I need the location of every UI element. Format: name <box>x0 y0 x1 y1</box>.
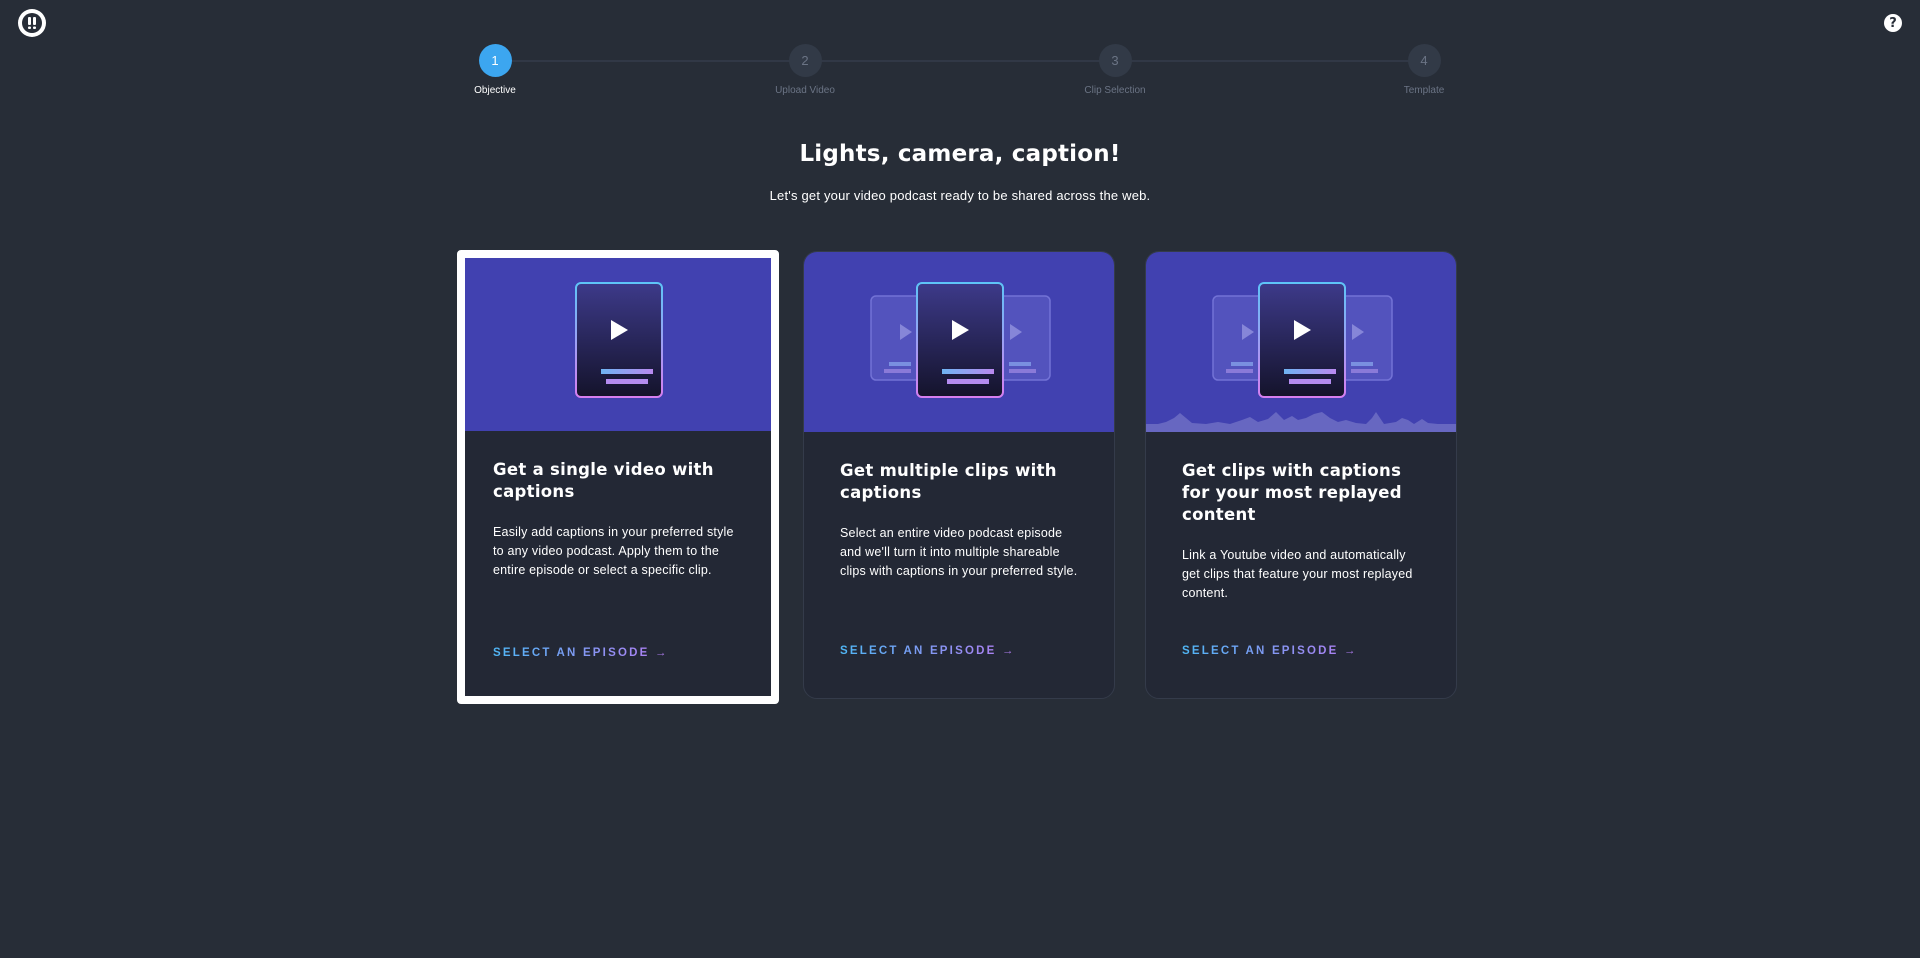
step-number: 4 <box>1407 44 1441 77</box>
objective-card-single-video[interactable]: Get a single video with captions Easily … <box>457 250 779 704</box>
step-label: Upload Video <box>775 85 835 96</box>
select-episode-link[interactable]: SELECT AN EPISODE → <box>1182 645 1358 657</box>
card-description: Link a Youtube video and automatically g… <box>1182 548 1413 600</box>
card-illustration <box>1146 252 1456 432</box>
app-logo-icon[interactable] <box>18 9 46 37</box>
card-title: Get a single video with captions <box>493 460 714 501</box>
card-title: Get multiple clips with captions <box>840 461 1057 502</box>
page-title: Lights, camera, caption! <box>799 141 1121 167</box>
step-number: 1 <box>478 44 512 77</box>
step-label: Clip Selection <box>1084 85 1146 96</box>
objective-card-replayed-clips[interactable]: Get clips with captions for your most re… <box>1145 251 1457 699</box>
step-template[interactable]: 4 Template <box>1364 44 1484 96</box>
step-upload-video[interactable]: 2 Upload Video <box>745 44 865 96</box>
card-illustration <box>804 252 1114 432</box>
multiple-clips-illustration <box>870 282 1051 398</box>
step-label: Objective <box>474 85 516 96</box>
step-clip-selection[interactable]: 3 Clip Selection <box>1055 44 1175 96</box>
card-illustration <box>465 258 771 431</box>
logo-glyph-icon <box>22 13 42 33</box>
page-subtitle: Let's get your video podcast ready to be… <box>769 188 1151 203</box>
card-description: Easily add captions in your preferred st… <box>493 525 734 577</box>
card-title: Get clips with captions for your most re… <box>1182 461 1402 524</box>
progress-stepper: 1 Objective 2 Upload Video 3 Clip Select… <box>474 44 1444 100</box>
help-icon[interactable]: ? <box>1884 14 1902 32</box>
objective-card-multiple-clips[interactable]: Get multiple clips with captions Select … <box>803 251 1115 699</box>
select-episode-link[interactable]: SELECT AN EPISODE → <box>493 647 669 659</box>
step-objective[interactable]: 1 Objective <box>435 44 555 96</box>
step-number: 3 <box>1098 44 1132 77</box>
stepper-track <box>495 60 1424 62</box>
replay-waveform <box>1146 412 1456 432</box>
select-episode-link[interactable]: SELECT AN EPISODE → <box>840 645 1016 657</box>
card-description: Select an entire video podcast episode a… <box>840 526 1078 578</box>
step-number: 2 <box>788 44 822 77</box>
replayed-clips-illustration <box>1146 282 1456 432</box>
step-label: Template <box>1403 85 1445 96</box>
single-video-illustration <box>575 282 663 398</box>
